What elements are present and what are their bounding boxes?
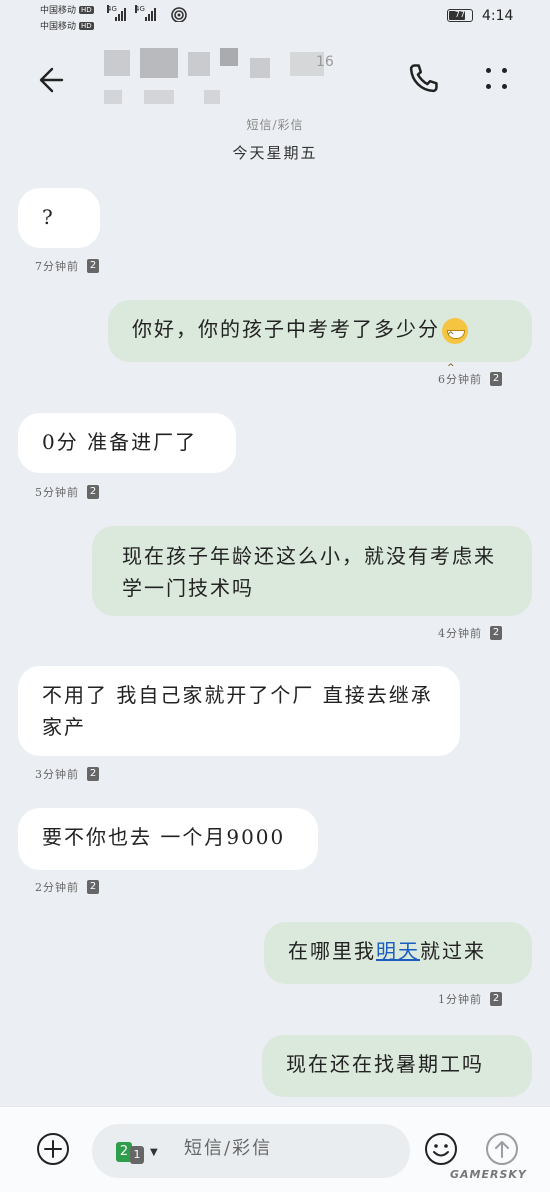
chevron-down-icon: ▼ (150, 1146, 158, 1158)
message-text: 在哪里我 (288, 939, 376, 963)
message-meta: 1分钟前 2 (438, 991, 502, 1007)
message-meta: 3分钟前 2 (35, 766, 99, 782)
carrier-1: 中国移动 HD (40, 3, 94, 16)
signal-1-icon: 4G (107, 5, 129, 21)
battery-level: 77 (454, 10, 466, 19)
hd-badge-1: HD (79, 5, 94, 14)
carrier-1-label: 中国移动 (40, 6, 77, 16)
sim-icon: 2 (87, 259, 99, 273)
sim-icon: 2 (490, 626, 502, 640)
message-time: 5分钟前 (35, 486, 79, 499)
message-bubble-outgoing[interactable]: 现在孩子年龄还这么小，就没有考虑来学一门技术吗 (92, 526, 532, 616)
message-text: 现在还在找暑期工吗 (286, 1052, 484, 1076)
network-type-1: 4G (107, 5, 117, 13)
emoji-icon[interactable] (423, 1131, 459, 1167)
battery-icon: 77 (447, 9, 473, 22)
sim-icon: 2 (87, 767, 99, 781)
sim-icon: 2 (87, 880, 99, 894)
message-bubble-incoming[interactable]: 不用了 我自己家就开了个厂 直接去继承家产 (18, 666, 460, 756)
sim-icon: 2 (490, 992, 502, 1006)
back-arrow-icon[interactable] (34, 60, 74, 100)
status-bar: 中国移动 HD 中国移动 HD 4G 4G 77 4:14 (0, 0, 550, 38)
message-time: 7分钟前 (35, 260, 79, 273)
message-bubble-incoming[interactable]: 要不你也去 一个月9000 (18, 808, 318, 870)
date-header: 今天星期五 (232, 144, 318, 162)
grinning-face-emoji (442, 317, 468, 384)
message-meta: 6分钟前 2 (438, 371, 502, 387)
date-link[interactable]: 明天 (376, 939, 420, 963)
message-time: 4分钟前 (438, 627, 482, 640)
carrier-2-label: 中国移动 (40, 22, 77, 32)
message-time: 3分钟前 (35, 768, 79, 781)
message-time: 1分钟前 (438, 993, 482, 1006)
message-text: 你好，你的孩子中考考了多少分 (132, 317, 440, 341)
wifi-icon (171, 7, 187, 22)
message-input-box[interactable]: 2 1 ▼ (92, 1124, 410, 1178)
message-time: 2分钟前 (35, 881, 79, 894)
phone-icon[interactable] (404, 60, 442, 98)
message-bubble-incoming[interactable]: 0分 准备进厂了 (18, 413, 236, 473)
message-time: 6分钟前 (438, 373, 482, 386)
signal-icons: 4G 4G (107, 5, 159, 21)
carrier-2: 中国移动 HD (40, 19, 94, 32)
message-meta: 2分钟前 2 (35, 879, 99, 895)
message-input[interactable] (184, 1138, 384, 1159)
network-type-2: 4G (135, 5, 145, 13)
conversation-header: 16 (0, 38, 550, 118)
message-text: 现在孩子年龄还这么小，就没有考虑来学一门技术吗 (122, 544, 496, 600)
sim-icon: 2 (490, 372, 502, 386)
message-meta: 4分钟前 2 (438, 625, 502, 641)
watermark-logo: GAMERSKY (450, 1168, 527, 1181)
sim-selector[interactable]: 2 1 ▼ (116, 1140, 158, 1164)
channel-label: 短信/彩信 (246, 118, 304, 132)
signal-2-icon: 4G (135, 5, 159, 21)
more-icon[interactable] (480, 62, 514, 96)
status-time: 4:14 (482, 8, 514, 24)
plus-icon[interactable] (35, 1131, 71, 1167)
message-text: ? (42, 205, 55, 229)
message-text: 要不你也去 一个月9000 (42, 825, 286, 849)
message-meta: 7分钟前 2 (35, 258, 99, 274)
sim-secondary-icon: 1 (130, 1146, 144, 1164)
message-bubble-incoming[interactable]: ? (18, 188, 100, 248)
message-meta: 5分钟前 2 (35, 484, 99, 500)
send-icon[interactable] (484, 1131, 520, 1167)
message-text: 不用了 我自己家就开了个厂 直接去继承家产 (42, 683, 433, 739)
contact-name-digits: 16 (316, 54, 334, 70)
message-text: 就过来 (420, 939, 486, 963)
message-text: 0分 准备进厂了 (42, 430, 198, 454)
message-bubble-outgoing[interactable]: 现在还在找暑期工吗 (262, 1035, 532, 1097)
hd-badge-2: HD (79, 21, 94, 30)
message-bubble-outgoing[interactable]: 你好，你的孩子中考考了多少分 (108, 300, 532, 384)
sim-icon: 2 (87, 485, 99, 499)
message-bubble-outgoing[interactable]: 在哪里我明天就过来 (264, 922, 532, 984)
